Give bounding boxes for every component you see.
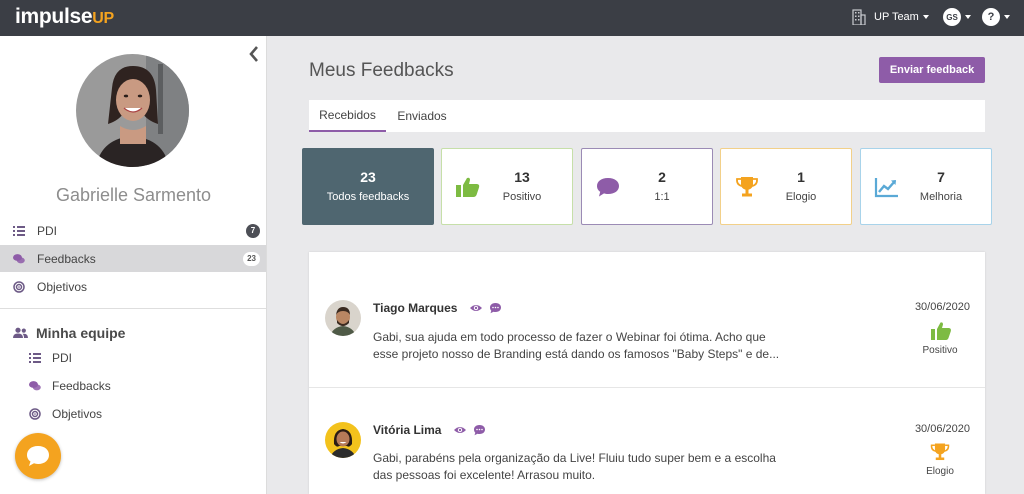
stat-label: 1:1 [654,191,670,203]
stat-count: 1 [797,169,805,185]
thumbs-up-icon [931,322,951,340]
avatar [325,422,361,458]
stat-count: 2 [658,169,666,185]
brand-logo-part2: UP [92,10,114,27]
sidebar-item-team-feedbacks[interactable]: Feedbacks [0,372,266,399]
team-section-header: Minha equipe [13,325,125,341]
stat-label: Melhoria [919,191,963,203]
brand-logo-part1: impulse [15,5,93,28]
sidebar-item-feedbacks[interactable]: Feedbacks 23 [0,245,266,272]
send-feedback-button[interactable]: Enviar feedback [879,57,985,83]
sidebar-item-objetivos[interactable]: Objetivos [0,273,266,300]
eye-icon[interactable] [453,425,467,435]
brand-logo[interactable]: impulseUP [15,5,114,29]
chevron-down-icon [922,15,929,19]
stat-label: Todos feedbacks [326,191,410,203]
help-icon: ? [982,8,1000,26]
eye-icon[interactable] [469,303,483,313]
collapse-sidebar-icon[interactable] [247,45,261,63]
page-title: Meus Feedbacks [309,60,454,81]
feedback-message-line: esse projeto nosso de Branding está dand… [373,347,780,361]
comments-icon [13,253,25,263]
stat-card-melhoria[interactable]: 7 Melhoria [860,148,992,225]
stat-card-one-on-one[interactable]: 2 1:1 [581,148,713,225]
chat-bubble-icon [27,446,49,466]
feedback-message-line: das pessoas foi excelente! Arrasou muito… [373,468,596,482]
feedback-message-line: Gabi, parabéns pela organização da Live!… [373,451,776,465]
profile-photo [76,54,189,167]
feedback-flags [453,424,486,436]
count-badge: 7 [246,223,260,238]
count-badge: 23 [243,251,260,266]
feedback-message: Gabi, sua ajuda em todo processo de faze… [373,329,813,363]
sidebar-item-team-pdi[interactable]: PDI [0,344,266,371]
chevron-down-icon [965,15,971,19]
divider [0,308,266,309]
tab-enviados[interactable]: Enviados [386,100,458,132]
feedback-message-line: Gabi, sua ajuda em todo processo de faze… [373,330,766,344]
comment-icon[interactable] [473,424,486,436]
feedback-flags [469,302,502,314]
sidebar-item-pdi[interactable]: PDI 7 [0,217,266,244]
stat-label: Positivo [502,191,542,203]
stat-card-positivo[interactable]: 13 Positivo [441,148,573,225]
users-icon [13,327,28,338]
target-icon [13,280,25,293]
comments-icon [29,380,41,390]
feedback-date: 30/06/2020 [914,423,970,435]
building-icon [852,9,866,25]
top-navbar: impulseUP UP Team GS ? [0,0,1024,36]
sidebar-item-team-objetivos[interactable]: Objetivos [0,400,266,427]
chat-launcher-button[interactable] [15,433,61,479]
feedback-list: Tiago Marques Gabi, sua ajuda em todo pr… [309,252,985,494]
comment-icon[interactable] [489,302,502,314]
profile-name: Gabrielle Sarmento [55,185,212,205]
divider [309,387,985,388]
team-name: UP Team [874,11,919,23]
feedback-tabs: Recebidos Enviados [309,100,985,132]
sidebar-item-label: Feedbacks [37,251,96,266]
chevron-down-icon [1004,15,1010,19]
list-icon [13,225,25,236]
tab-recebidos[interactable]: Recebidos [309,100,386,132]
feedback-date: 30/06/2020 [914,301,970,313]
stat-count: 13 [514,169,530,185]
stat-count: 7 [937,169,945,185]
feedback-type-label: Positivo [922,345,958,356]
team-switcher[interactable]: UP Team [852,9,929,25]
sidebar-item-label: PDI [37,223,58,238]
stat-card-elogio[interactable]: 1 Elogio [720,148,852,225]
target-icon [29,407,41,420]
avatar [325,300,361,336]
sidebar-item-label: PDI [52,350,73,365]
help-menu[interactable]: ? [982,8,1010,26]
stat-count: 23 [360,169,376,185]
user-menu[interactable]: GS [943,8,971,26]
feedback-author: Tiago Marques [373,301,458,315]
sidebar-item-label: Objetivos [52,406,103,421]
list-icon [29,352,41,363]
sidebar-item-label: Feedbacks [52,378,111,393]
feedback-author: Vitória Lima [373,423,442,437]
team-section-title: Minha equipe [36,325,126,341]
user-avatar: GS [943,8,961,26]
stat-card-todos[interactable]: 23 Todos feedbacks [302,148,434,225]
stat-label: Elogio [785,191,817,203]
feedback-message: Gabi, parabéns pela organização da Live!… [373,450,813,484]
feedback-type-label: Elogio [926,466,954,477]
trophy-icon [930,443,950,461]
sidebar: Gabrielle Sarmento PDI 7 Feedbacks 23 Ob… [0,36,267,494]
sidebar-item-label: Objetivos [37,279,88,294]
